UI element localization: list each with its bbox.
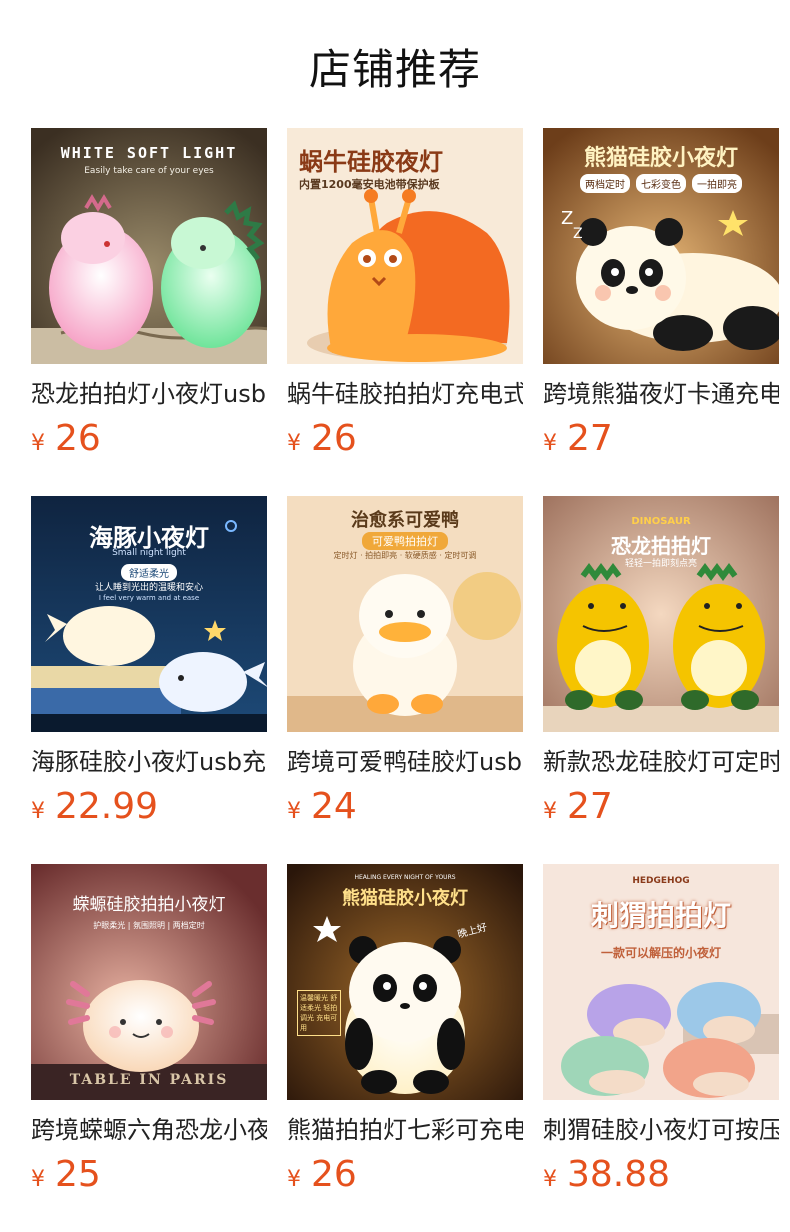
product-price: ¥ 27 (543, 786, 779, 828)
product-image-subtitle: 护眼柔光 | 氛围照明 | 两档定时 (93, 921, 205, 930)
product-price: ¥ 24 (287, 786, 523, 828)
product-name[interactable]: 蜗牛硅胶拍拍灯充电式 (287, 378, 523, 410)
currency-symbol: ¥ (31, 799, 45, 824)
badge-row: 可爱鸭拍拍灯 (287, 530, 523, 550)
product-card[interactable]: HEDGEHOG 刺猬拍拍灯 一款可以解压的小夜灯 刺猬硅胶小夜灯可按压 ¥ 3… (543, 864, 779, 1232)
currency-symbol: ¥ (287, 799, 301, 824)
product-image-subtitle: Small night light (112, 548, 186, 558)
currency-symbol: ¥ (287, 431, 301, 456)
feature-tag: 七彩变色 (636, 174, 686, 193)
price-amount: 38.88 (567, 1154, 671, 1195)
product-name[interactable]: 跨境熊猫夜灯卡通充电 (543, 378, 779, 410)
currency-symbol: ¥ (31, 1167, 45, 1192)
product-price: ¥ 26 (287, 418, 523, 460)
product-price: ¥ 22.99 (31, 786, 267, 828)
price-amount: 25 (55, 1154, 101, 1195)
product-image[interactable]: 蝾螈硅胶拍拍小夜灯 护眼柔光 | 氛围照明 | 两档定时 TABLE IN PA… (31, 864, 267, 1100)
product-image-headline: 治愈系可爱鸭 (351, 510, 459, 531)
product-image[interactable]: DINOSAUR 恐龙拍拍灯 轻轻一拍即刻点亮 (543, 496, 779, 732)
product-image-brand: HEDGEHOG (632, 876, 690, 886)
product-image-base-text: TABLE IN PARIS (69, 1072, 229, 1088)
price-amount: 26 (311, 418, 357, 459)
product-price: ¥ 25 (31, 1154, 267, 1196)
product-image[interactable]: HEDGEHOG 刺猬拍拍灯 一款可以解压的小夜灯 (543, 864, 779, 1100)
product-name[interactable]: 恐龙拍拍灯小夜灯usb充电 (31, 378, 267, 410)
store-recommendations-page: 店铺推荐 WHITE SOFT LIGHT Easily take care o… (0, 0, 790, 1232)
price-amount: 24 (311, 786, 357, 827)
product-image[interactable]: 治愈系可爱鸭 可爱鸭拍拍灯 定时灯 · 拍拍即亮 · 软硬质感 · 定时可调 (287, 496, 523, 732)
product-image-subtitle: Easily take care of your eyes (84, 166, 214, 176)
product-card[interactable]: 蜗牛硅胶夜灯 内置1200毫安电池带保护板 蜗牛硅胶拍拍灯充电式 ¥ 26 (287, 128, 523, 496)
currency-symbol: ¥ (543, 431, 557, 456)
product-card[interactable]: 治愈系可爱鸭 可爱鸭拍拍灯 定时灯 · 拍拍即亮 · 软硬质感 · 定时可调 跨… (287, 496, 523, 864)
product-price: ¥ 27 (543, 418, 779, 460)
price-amount: 27 (567, 786, 613, 827)
price-amount: 26 (311, 1154, 357, 1195)
product-image-headline: 熊猫硅胶小夜灯 (342, 888, 468, 909)
feature-tag: 一拍即亮 (692, 174, 742, 193)
product-image-headline: 恐龙拍拍灯 (611, 534, 711, 558)
svg-text:Z: Z (561, 208, 573, 229)
product-price: ¥ 26 (287, 1154, 523, 1196)
product-image-brand: DINOSAUR (631, 516, 691, 527)
product-card[interactable]: WHITE SOFT LIGHT Easily take care of you… (31, 128, 267, 496)
price-amount: 26 (55, 418, 101, 459)
currency-symbol: ¥ (543, 1167, 557, 1192)
product-image-feature-tag: 温馨暖光 舒适柔光 轻拍调光 充电可用 (297, 990, 341, 1036)
product-name[interactable]: 熊猫拍拍灯七彩可充电 (287, 1114, 523, 1146)
product-image-top-text: HEALING EVERY NIGHT OF YOURS (354, 874, 456, 881)
product-image-headline: 蜗牛硅胶夜灯 (299, 148, 443, 176)
currency-symbol: ¥ (287, 1167, 301, 1192)
product-image-headline: WHITE SOFT LIGHT (60, 144, 238, 162)
product-grid: WHITE SOFT LIGHT Easily take care of you… (31, 128, 779, 1232)
product-price: ¥ 26 (31, 418, 267, 460)
product-price: ¥ 38.88 (543, 1154, 779, 1196)
comfort-badge-row: 舒适柔光 (31, 562, 267, 581)
product-image[interactable]: 海豚小夜灯 Small night light 舒适柔光 让人睡到光出的温暖和安… (31, 496, 267, 732)
product-image-headline: 蝾螈硅胶拍拍小夜灯 (72, 895, 226, 915)
product-name[interactable]: 刺猬硅胶小夜灯可按压 (543, 1114, 779, 1146)
product-badge: 可爱鸭拍拍灯 (362, 532, 448, 550)
section-title: 店铺推荐 (308, 45, 481, 94)
product-card[interactable]: 蝾螈硅胶拍拍小夜灯 护眼柔光 | 氛围照明 | 两档定时 TABLE IN PA… (31, 864, 267, 1232)
product-card[interactable]: Z Z 熊猫硅胶小夜灯 两档定时 七彩变色 一拍即亮 跨境熊猫夜灯卡通充电 ¥ … (543, 128, 779, 496)
product-image-headline: 刺猬拍拍灯 (590, 899, 731, 932)
product-card[interactable]: 海豚小夜灯 Small night light 舒适柔光 让人睡到光出的温暖和安… (31, 496, 267, 864)
product-image-tagline: 让人睡到光出的温暖和安心 (94, 583, 203, 593)
product-image-subtitle: 一款可以解压的小夜灯 (600, 946, 721, 960)
product-image[interactable]: 蜗牛硅胶夜灯 内置1200毫安电池带保护板 (287, 128, 523, 364)
feature-tags: 两档定时 七彩变色 一拍即亮 (543, 174, 779, 193)
product-name[interactable]: 新款恐龙硅胶灯可定时 (543, 746, 779, 778)
product-image-headline: 熊猫硅胶小夜灯 (583, 146, 738, 171)
product-image-tagline-en: I feel very warm and at ease (98, 594, 200, 602)
feature-tag: 两档定时 (580, 174, 630, 193)
product-name[interactable]: 跨境蝾螈六角恐龙小夜灯 (31, 1114, 267, 1146)
product-image-subtitle: 定时灯 · 拍拍即亮 · 软硬质感 · 定时可调 (333, 551, 477, 560)
svg-text:Z: Z (573, 226, 583, 242)
product-image-subtitle: 轻轻一拍即刻点亮 (624, 559, 697, 569)
product-card[interactable]: DINOSAUR 恐龙拍拍灯 轻轻一拍即刻点亮 新款恐龙硅胶灯可定时 ¥ 27 (543, 496, 779, 864)
product-image-subtitle: 内置1200毫安电池带保护板 (299, 178, 440, 191)
currency-symbol: ¥ (31, 431, 45, 456)
product-card[interactable]: HEALING EVERY NIGHT OF YOURS 熊猫硅胶小夜灯 晚上好… (287, 864, 523, 1232)
currency-symbol: ¥ (543, 799, 557, 824)
price-amount: 22.99 (55, 786, 159, 827)
comfort-badge: 舒适柔光 (121, 564, 177, 581)
product-name[interactable]: 跨境可爱鸭硅胶灯usb (287, 746, 523, 778)
product-name[interactable]: 海豚硅胶小夜灯usb充电 (31, 746, 267, 778)
product-image[interactable]: Z Z 熊猫硅胶小夜灯 两档定时 七彩变色 一拍即亮 (543, 128, 779, 364)
price-amount: 27 (567, 418, 613, 459)
product-image[interactable]: WHITE SOFT LIGHT Easily take care of you… (31, 128, 267, 364)
product-image[interactable]: HEALING EVERY NIGHT OF YOURS 熊猫硅胶小夜灯 晚上好… (287, 864, 523, 1100)
